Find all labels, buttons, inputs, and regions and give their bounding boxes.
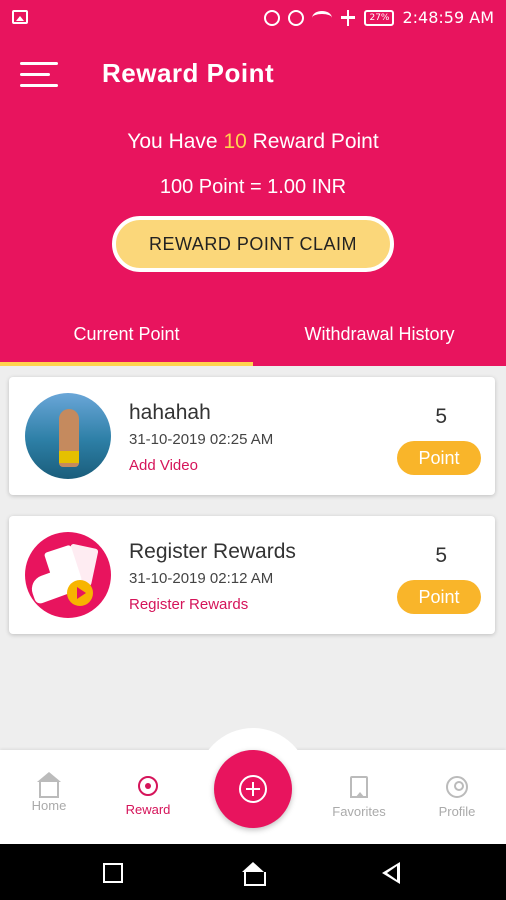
- play-icon: [67, 580, 93, 606]
- page-title: Reward Point: [102, 58, 275, 88]
- status-bar: 27% 2:48:59 AM: [0, 0, 506, 36]
- wifi-icon: [312, 10, 333, 25]
- airplane-icon: [340, 9, 356, 26]
- video-thumbnail: [25, 393, 111, 479]
- reward-balance: You Have 10 Reward Point: [0, 130, 506, 154]
- add-button[interactable]: [214, 750, 292, 828]
- clock: 2:48:59 AM: [402, 8, 494, 27]
- reward-date: 31-10-2019 02:12 AM: [129, 570, 274, 587]
- balance-suffix: Reward Point: [246, 130, 379, 153]
- tab-current-point[interactable]: Current Point: [0, 308, 253, 366]
- reward-title: Register Rewards: [129, 540, 296, 563]
- nav-home[interactable]: Home: [4, 772, 94, 813]
- tab-withdrawal-history[interactable]: Withdrawal History: [253, 308, 506, 366]
- conversion-rate: 100 Point = 1.00 INR: [159, 176, 347, 198]
- profile-icon: [446, 776, 468, 798]
- do-not-disturb-icon: [264, 9, 281, 26]
- reward-points-value: 5: [435, 405, 447, 428]
- reward-point-claim-button[interactable]: REWARD POINT CLAIM: [112, 216, 394, 272]
- bookmark-icon: [350, 776, 368, 798]
- register-rewards-icon: [25, 532, 111, 618]
- add-icon: [239, 775, 267, 803]
- reward-header: Reward Point You Have 10 Reward Point 10…: [0, 36, 506, 366]
- image-icon: [12, 10, 28, 24]
- system-navigation-bar: [0, 844, 506, 900]
- reward-card[interactable]: hahahah 31-10-2019 02:25 AM Add Video 5 …: [9, 377, 495, 495]
- alarm-icon: [288, 9, 305, 26]
- nav-favorites-label: Favorites: [332, 804, 386, 819]
- reward-points-value: 5: [435, 544, 447, 567]
- nav-profile-label: Profile: [438, 804, 476, 819]
- home-icon: [37, 772, 61, 798]
- status-icons: 27% 2:48:59 AM: [264, 8, 494, 27]
- point-badge: Point: [397, 441, 481, 475]
- balance-prefix: You Have: [127, 130, 224, 153]
- nav-favorites[interactable]: Favorites: [314, 776, 404, 819]
- recent-apps-icon[interactable]: [103, 863, 123, 883]
- battery-icon: 27%: [364, 9, 395, 26]
- nav-profile[interactable]: Profile: [412, 776, 502, 819]
- reward-action: Add Video: [129, 457, 198, 474]
- reward-action: Register Rewards: [129, 596, 249, 613]
- nav-reward-label: Reward: [125, 802, 171, 817]
- point-badge: Point: [397, 580, 481, 614]
- reward-date: 31-10-2019 02:25 AM: [129, 431, 274, 448]
- nav-home-label: Home: [31, 798, 67, 813]
- system-home-icon[interactable]: [242, 862, 266, 886]
- reward-card[interactable]: Register Rewards 31-10-2019 02:12 AM Reg…: [9, 516, 495, 634]
- tab-bar: Current Point Withdrawal History: [0, 308, 506, 366]
- nav-reward[interactable]: Reward: [103, 776, 193, 817]
- hamburger-menu-icon[interactable]: [20, 60, 58, 88]
- reward-title: hahahah: [129, 401, 211, 424]
- reward-icon: [138, 776, 158, 796]
- back-icon[interactable]: [382, 862, 400, 884]
- balance-value: 10: [223, 130, 247, 153]
